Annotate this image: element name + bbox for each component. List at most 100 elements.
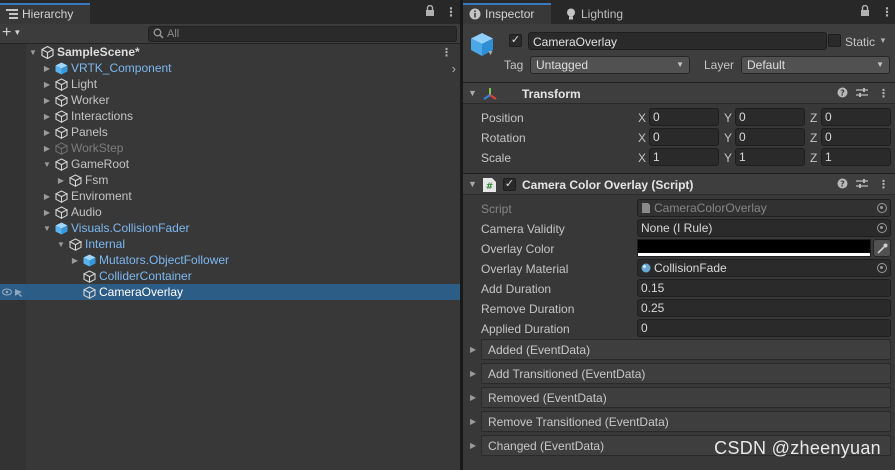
object-picker-icon[interactable] bbox=[877, 263, 887, 273]
chevron-right-icon[interactable]: › bbox=[452, 61, 456, 76]
object-picker-icon[interactable] bbox=[877, 203, 887, 213]
hierarchy-row[interactable]: ▶ Mutators.ObjectFollower bbox=[0, 252, 460, 268]
hierarchy-row[interactable]: ▶ Interactions bbox=[0, 108, 460, 124]
axis-label[interactable]: X bbox=[638, 111, 646, 125]
axis-label[interactable]: Y bbox=[724, 151, 732, 165]
expand-closed-icon[interactable]: ▶ bbox=[470, 369, 476, 378]
event-foldout[interactable]: ▶ Add Transitioned (EventData) bbox=[470, 363, 891, 384]
chevron-down-icon[interactable]: ▼ bbox=[879, 36, 887, 45]
hierarchy-row[interactable]: ▶ Light bbox=[0, 76, 460, 92]
fold-down-icon[interactable]: ▼ bbox=[468, 88, 477, 98]
event-foldout[interactable]: ▶ Added (EventData) bbox=[470, 339, 891, 360]
hierarchy-row[interactable]: ColliderContainer bbox=[0, 268, 460, 284]
axis-label[interactable]: Y bbox=[724, 131, 732, 145]
transform-y-field[interactable]: 0 bbox=[735, 128, 805, 146]
transform-x-field[interactable]: 0 bbox=[649, 108, 719, 126]
overlay-color-swatch[interactable] bbox=[637, 239, 871, 257]
expand-closed-icon[interactable]: ▶ bbox=[470, 345, 476, 354]
object-name-field[interactable]: CameraOverlay bbox=[528, 32, 827, 50]
script-enabled-checkbox[interactable]: ✓ bbox=[503, 178, 516, 191]
expand-closed-icon[interactable]: ▶ bbox=[42, 204, 52, 220]
static-checkbox[interactable] bbox=[828, 34, 841, 47]
overlay-material-field[interactable]: CollisionFade bbox=[637, 259, 891, 277]
hierarchy-row[interactable]: ▼ GameRoot bbox=[0, 156, 460, 172]
object-picker-icon[interactable] bbox=[877, 223, 887, 233]
transform-x-field[interactable]: 0 bbox=[649, 128, 719, 146]
expand-closed-icon[interactable]: ▶ bbox=[56, 172, 66, 188]
transform-z-field[interactable]: 0 bbox=[821, 128, 891, 146]
axis-label[interactable]: Z bbox=[810, 131, 817, 145]
active-checkbox[interactable]: ✓ bbox=[509, 34, 522, 47]
transform-y-field[interactable]: 0 bbox=[735, 108, 805, 126]
transform-z-field[interactable]: 1 bbox=[821, 148, 891, 166]
preset-sliders-icon[interactable] bbox=[856, 87, 868, 101]
hierarchy-row[interactable]: ▼ Internal bbox=[0, 236, 460, 252]
cube-icon bbox=[54, 93, 68, 107]
remove-duration-field[interactable]: 0.25 bbox=[637, 299, 891, 317]
expand-closed-icon[interactable]: ▶ bbox=[470, 417, 476, 426]
search-box[interactable] bbox=[148, 26, 457, 42]
axis-label[interactable]: X bbox=[638, 131, 646, 145]
component-menu-icon[interactable]: ⋮ bbox=[878, 178, 889, 191]
expand-closed-icon[interactable]: ▶ bbox=[42, 124, 52, 140]
add-duration-field[interactable]: 0.15 bbox=[637, 279, 891, 297]
lock-icon[interactable] bbox=[425, 4, 435, 19]
hierarchy-row[interactable]: ▼ Visuals.CollisionFader bbox=[0, 220, 460, 236]
hierarchy-row[interactable]: ▶ VRTK_Component › bbox=[0, 60, 460, 76]
script-component-header[interactable]: ▼ # ✓ Camera Color Overlay (Script) ? ⋮ bbox=[463, 173, 895, 195]
chevron-down-icon[interactable]: ▼ bbox=[487, 50, 494, 57]
expand-closed-icon[interactable]: ▶ bbox=[42, 76, 52, 92]
search-input[interactable] bbox=[167, 27, 447, 41]
axis-label[interactable]: Z bbox=[810, 111, 817, 125]
axis-label[interactable]: Z bbox=[810, 151, 817, 165]
camera-validity-value: None (I Rule) bbox=[641, 221, 713, 235]
camera-validity-field[interactable]: None (I Rule) bbox=[637, 219, 891, 237]
hierarchy-row[interactable]: CameraOverlay bbox=[0, 284, 460, 300]
transform-z-field[interactable]: 0 bbox=[821, 108, 891, 126]
expand-closed-icon[interactable]: ▶ bbox=[470, 393, 476, 402]
preset-sliders-icon[interactable] bbox=[856, 178, 868, 192]
expand-open-icon[interactable]: ▼ bbox=[42, 156, 52, 172]
expand-closed-icon[interactable]: ▶ bbox=[42, 188, 52, 204]
visibility-eye-icon[interactable] bbox=[1, 286, 24, 301]
panel-menu-icon[interactable]: ⋮ bbox=[881, 5, 893, 19]
transform-x-field[interactable]: 1 bbox=[649, 148, 719, 166]
lock-icon[interactable] bbox=[860, 4, 870, 19]
transform-header[interactable]: ▼ Transform ? ⋮ bbox=[463, 82, 895, 104]
axis-label[interactable]: X bbox=[638, 151, 646, 165]
applied-duration-field[interactable]: 0 bbox=[637, 319, 891, 337]
event-foldout[interactable]: ▶ Removed (EventData) bbox=[470, 387, 891, 408]
hierarchy-row[interactable]: ▶ Worker bbox=[0, 92, 460, 108]
hierarchy-row[interactable]: ▶ Audio bbox=[0, 204, 460, 220]
transform-y-field[interactable]: 1 bbox=[735, 148, 805, 166]
expand-open-icon[interactable]: ▼ bbox=[28, 44, 38, 60]
expand-closed-icon[interactable]: ▶ bbox=[70, 252, 80, 268]
hierarchy-row[interactable]: ▶ Panels bbox=[0, 124, 460, 140]
hierarchy-row[interactable]: ▶ WorkStep bbox=[0, 140, 460, 156]
hierarchy-row[interactable]: ▶ Fsm bbox=[0, 172, 460, 188]
tab-inspector[interactable]: Inspector bbox=[463, 3, 551, 24]
hierarchy-row[interactable]: ▼ SampleScene* ⋮ bbox=[0, 44, 460, 60]
hierarchy-row[interactable]: ▶ Enviroment bbox=[0, 188, 460, 204]
tag-dropdown[interactable]: Untagged bbox=[530, 56, 690, 74]
create-button[interactable]: + ▼ bbox=[2, 24, 28, 43]
scene-menu-icon[interactable]: ⋮ bbox=[441, 46, 452, 59]
expand-closed-icon[interactable]: ▶ bbox=[42, 108, 52, 124]
expand-closed-icon[interactable]: ▶ bbox=[42, 60, 52, 76]
help-icon[interactable]: ? bbox=[837, 178, 848, 192]
expand-open-icon[interactable]: ▼ bbox=[42, 220, 52, 236]
eyedropper-icon[interactable] bbox=[873, 239, 891, 257]
event-foldout[interactable]: ▶ Remove Transitioned (EventData) bbox=[470, 411, 891, 432]
help-icon[interactable]: ? bbox=[837, 87, 848, 101]
layer-dropdown[interactable]: Default bbox=[741, 56, 890, 74]
expand-closed-icon[interactable]: ▶ bbox=[42, 140, 52, 156]
expand-closed-icon[interactable]: ▶ bbox=[470, 441, 476, 450]
expand-open-icon[interactable]: ▼ bbox=[56, 236, 66, 252]
tab-hierarchy[interactable]: Hierarchy bbox=[0, 3, 90, 24]
fold-down-icon[interactable]: ▼ bbox=[468, 179, 477, 189]
component-menu-icon[interactable]: ⋮ bbox=[878, 87, 889, 100]
expand-closed-icon[interactable]: ▶ bbox=[42, 92, 52, 108]
panel-menu-icon[interactable]: ⋮ bbox=[445, 5, 457, 19]
tab-lighting[interactable]: Lighting bbox=[559, 3, 645, 24]
axis-label[interactable]: Y bbox=[724, 111, 732, 125]
